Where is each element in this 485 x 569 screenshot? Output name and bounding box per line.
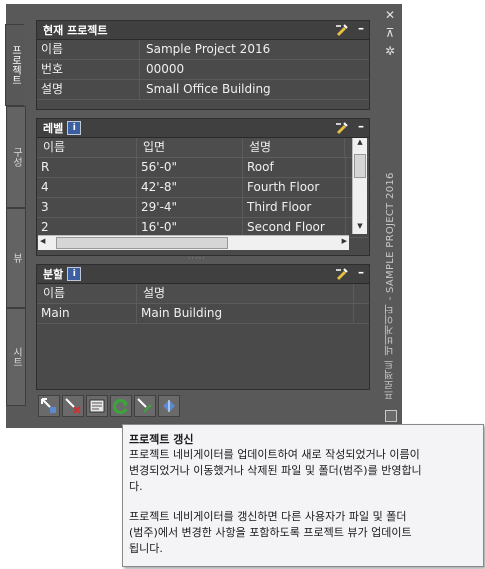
auto-hide-icon[interactable]: ⊼ xyxy=(378,26,402,40)
levels-section: 레벨 i – 이름 입면 설명 R 56'-0" Roof 4 42'-8" Fourt… xyxy=(36,118,370,256)
scroll-right-icon[interactable]: ▶ xyxy=(342,237,347,245)
divisions-section: 분할 i – 이름 설명 Main Main Building xyxy=(36,264,370,390)
scroll-left-icon[interactable]: ◀ xyxy=(40,237,45,245)
column-header-description[interactable]: 설명 xyxy=(243,138,345,157)
tab-project-label: 프로젝트 xyxy=(9,45,21,85)
table-row[interactable]: 4 42'-8" Fourth Floor xyxy=(37,178,369,198)
collapse-icon[interactable]: – xyxy=(358,265,364,279)
palette-vertical-title: 프로젝트 네비게이터 - SAMPLE PROJECT 2016 xyxy=(384,172,396,400)
level-name: 3 xyxy=(37,198,137,217)
levels-vertical-scrollbar[interactable]: ▲ ▼ xyxy=(352,138,367,234)
column-header-name[interactable]: 이름 xyxy=(37,138,137,157)
tab-project[interactable]: 프로젝트 xyxy=(5,24,24,106)
level-name: 4 xyxy=(37,178,137,197)
level-elevation: 29'-4" xyxy=(137,198,243,217)
tooltip-text: 프로젝트 네비게이터를 업데이트하여 새로 작성되었거나 이름이 xyxy=(129,448,420,461)
tooltip-text: 변경되었거나 이동했거나 삭제된 파일 및 폴더(범주)를 반영합니 xyxy=(129,464,422,477)
row-value: 00000 xyxy=(146,62,185,76)
levels-horizontal-scrollbar[interactable]: ◀ ▶ xyxy=(38,235,349,250)
palette-menu-icon[interactable] xyxy=(385,410,397,422)
scroll-thumb[interactable] xyxy=(354,154,366,178)
divisions-column-header: 이름 설명 xyxy=(37,284,369,304)
level-name: R xyxy=(37,158,137,177)
edit-project-icon[interactable] xyxy=(335,23,349,36)
tooltip-text: 다. xyxy=(129,480,143,493)
close-icon[interactable]: ✕ xyxy=(378,8,402,22)
table-row[interactable]: R 56'-0" Roof xyxy=(37,158,369,178)
scroll-down-icon[interactable]: ▼ xyxy=(353,222,367,234)
column-header-description[interactable]: 설명 xyxy=(137,284,354,303)
table-row[interactable]: Main Main Building xyxy=(37,304,369,324)
row-key: 번호 xyxy=(37,60,140,79)
divisions-header: 분할 i – xyxy=(37,265,369,284)
add-project-icon[interactable] xyxy=(38,395,60,417)
column-header-name[interactable]: 이름 xyxy=(37,284,137,303)
level-description: Roof xyxy=(243,158,346,177)
tab-constructs[interactable]: 구성 xyxy=(6,106,26,208)
row-key: 이름 xyxy=(37,40,140,59)
row-value: Sample Project 2016 xyxy=(146,42,271,56)
info-icon[interactable]: i xyxy=(67,121,82,135)
current-project-title: 현재 프로젝트 xyxy=(43,24,108,37)
splitter-grip[interactable]: ····· xyxy=(188,254,206,263)
levels-header: 레벨 i – xyxy=(37,119,369,138)
level-elevation: 56'-0" xyxy=(137,158,243,177)
tab-views-label: 뷰 xyxy=(10,253,22,263)
level-description: Third Floor xyxy=(243,198,346,217)
edit-levels-icon[interactable] xyxy=(335,121,349,134)
table-row: 설명 Small Office Building xyxy=(37,80,369,100)
tooltip-text: 됩니다. xyxy=(129,542,163,555)
refresh-tooltip: 프로젝트 갱신 프로젝트 네비게이터를 업데이트하여 새로 작성되었거나 이름이… xyxy=(122,424,484,567)
scroll-up-icon[interactable]: ▲ xyxy=(353,138,367,150)
division-name: Main xyxy=(37,304,137,323)
collapse-icon[interactable]: – xyxy=(358,21,364,35)
tab-sheets[interactable]: 시트 xyxy=(6,308,26,406)
levels-title: 레벨 xyxy=(43,122,64,135)
divisions-title: 분할 xyxy=(43,268,64,281)
settings-icon[interactable]: ✲ xyxy=(378,44,402,58)
tooltip-title: 프로젝트 갱신 xyxy=(129,433,194,446)
row-key: 설명 xyxy=(37,80,140,99)
repath-project-icon[interactable] xyxy=(134,395,156,417)
current-project-section: 현재 프로젝트 – 이름 Sample Project 2016 번호 00000 … xyxy=(36,20,370,110)
current-project-header: 현재 프로젝트 – xyxy=(37,21,369,40)
info-icon[interactable]: i xyxy=(67,267,82,281)
level-elevation: 42'-8" xyxy=(137,178,243,197)
navigator-toolbar xyxy=(38,395,180,417)
table-row: 번호 00000 xyxy=(37,60,369,80)
tab-views[interactable]: 뷰 xyxy=(6,208,26,308)
scroll-thumb[interactable] xyxy=(56,237,228,249)
project-properties-icon[interactable] xyxy=(86,395,108,417)
collapse-icon[interactable]: – xyxy=(358,119,364,133)
level-description: Fourth Floor xyxy=(243,178,346,197)
table-row: 이름 Sample Project 2016 xyxy=(37,40,369,60)
row-value: Small Office Building xyxy=(146,82,271,96)
tab-constructs-label: 구성 xyxy=(10,147,22,167)
publish-project-icon[interactable] xyxy=(158,395,180,417)
tooltip-text: (범주)에서 변경한 사항을 포함하도록 프로젝트 뷰가 업데이트 xyxy=(129,526,412,539)
division-description: Main Building xyxy=(137,304,354,323)
edit-divisions-icon[interactable] xyxy=(335,267,349,280)
levels-column-header: 이름 입면 설명 xyxy=(37,138,369,158)
tooltip-text: 프로젝트 네비게이터를 갱신하면 다른 사용자가 파일 및 폴더 xyxy=(129,510,407,523)
table-row[interactable]: 3 29'-4" Third Floor xyxy=(37,198,369,218)
refresh-project-icon[interactable] xyxy=(110,395,132,417)
tab-sheets-label: 시트 xyxy=(10,347,22,367)
column-header-elevation[interactable]: 입면 xyxy=(137,138,243,157)
close-project-icon[interactable] xyxy=(62,395,84,417)
